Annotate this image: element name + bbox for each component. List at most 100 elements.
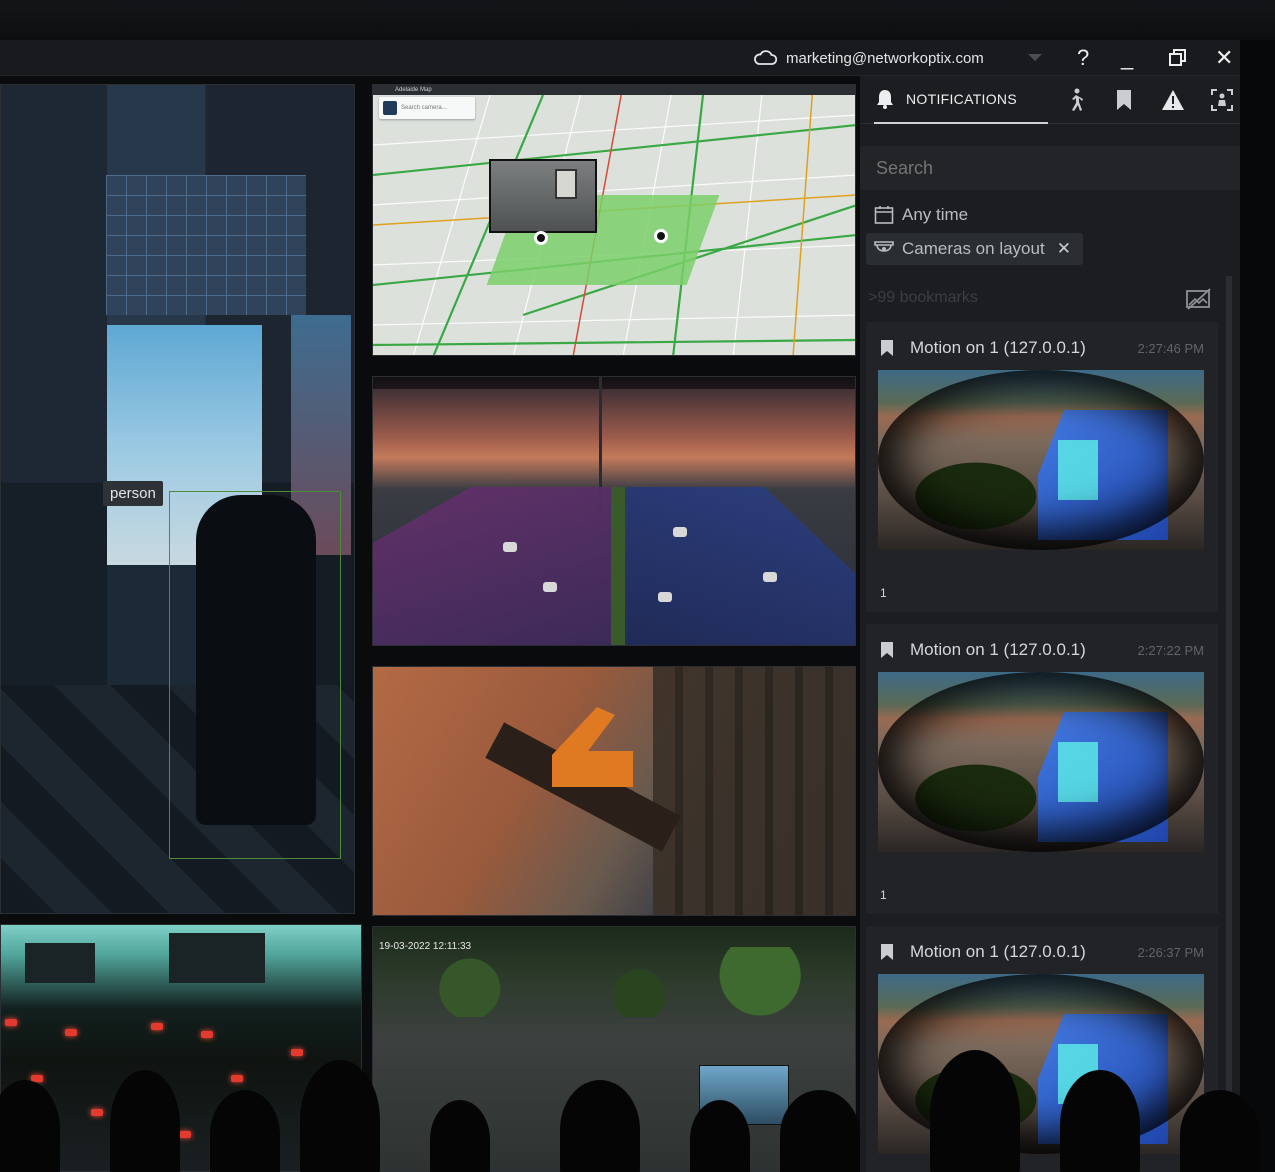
vehicle-marker (5, 1019, 17, 1026)
camera-tile-road-dusk[interactable] (372, 376, 856, 646)
building (25, 943, 95, 983)
map-camera-preview[interactable] (489, 159, 597, 233)
event-time: 2:27:22 PM (1137, 642, 1205, 658)
picture-in-picture-preview[interactable] (699, 1065, 789, 1125)
camera-tile-parking-lot[interactable]: 19-03-2022 12:11:33 (372, 926, 856, 1172)
event-card[interactable]: Motion on 1 (127.0.0.1) 2:27:46 PM 1 (866, 322, 1218, 612)
warning-icon (1162, 90, 1184, 110)
cloud-icon (754, 50, 778, 65)
account-email: marketing@networkoptix.com (786, 49, 984, 67)
person-frame-icon (1211, 89, 1233, 111)
object-detection-box[interactable] (169, 491, 341, 859)
chevron-down-icon (1028, 54, 1042, 61)
event-card-header: Motion on 1 (127.0.0.1) 2:27:22 PM (880, 638, 1204, 662)
map-search-placeholder: Search camera... (401, 105, 447, 111)
object-label: person (103, 481, 163, 506)
vehicle (673, 527, 687, 537)
event-time: 2:26:37 PM (1137, 944, 1205, 960)
building-facade (653, 667, 855, 915)
tab-notifications[interactable]: NOTIFICATIONS (874, 76, 1048, 124)
time-filter-label: Any time (902, 205, 969, 224)
event-title: Motion on 1 (127.0.0.1) (910, 338, 1086, 357)
road-median (611, 487, 627, 645)
help-button[interactable]: ? (1077, 40, 1089, 76)
time-filter[interactable]: Any time (874, 203, 968, 227)
camera-pin-icon[interactable] (654, 229, 668, 243)
close-button[interactable]: ✕ (1215, 40, 1233, 76)
vehicle (503, 542, 517, 552)
vehicle-marker (91, 1109, 103, 1116)
bell-icon (877, 90, 893, 109)
camera-icon (874, 241, 894, 252)
vehicle (543, 582, 557, 592)
map-search-input[interactable]: Search camera... (379, 97, 475, 119)
restore-icon (1169, 49, 1186, 66)
camera-tile-airport[interactable]: person (0, 84, 355, 914)
calendar-icon (874, 206, 894, 224)
search-field[interactable] (860, 146, 1240, 190)
search-input[interactable] (876, 156, 1216, 180)
preview-window (555, 169, 577, 199)
tab-events[interactable] (1161, 88, 1185, 112)
panel-scrollbar[interactable] (1226, 276, 1232, 1172)
event-thumbnail[interactable] (878, 672, 1204, 852)
vehicle-marker (31, 1075, 43, 1082)
bookmark-icon (881, 642, 893, 658)
event-thumbnail[interactable] (878, 370, 1204, 550)
camera-pin-icon[interactable] (534, 231, 548, 245)
vehicle (763, 572, 777, 582)
vehicle-marker (201, 1031, 213, 1038)
bookmark-icon (881, 340, 893, 356)
cameras-filter[interactable]: Cameras on layout ✕ (866, 233, 1083, 265)
event-card-header: Motion on 1 (127.0.0.1) 2:26:37 PM (880, 940, 1204, 964)
vehicle-marker (231, 1075, 243, 1082)
vehicle-marker (179, 1131, 191, 1138)
vehicle-marker (291, 1049, 303, 1056)
airport-window-grid (106, 175, 306, 315)
tab-bookmarks[interactable] (1112, 88, 1136, 112)
image-hidden-icon[interactable] (1185, 288, 1213, 310)
account-dropdown-button[interactable] (1027, 40, 1043, 76)
tab-motion[interactable] (1064, 88, 1088, 112)
camera-timestamp: 19-03-2022 12:11:33 (379, 941, 472, 952)
monitor-right-bezel (1240, 40, 1275, 1172)
bookmark-icon (1117, 90, 1131, 110)
zone-overlay-purple (373, 487, 618, 645)
event-card-header: Motion on 1 (127.0.0.1) 2:27:46 PM (880, 336, 1204, 360)
event-title: Motion on 1 (127.0.0.1) (910, 640, 1086, 659)
event-time: 2:27:46 PM (1137, 340, 1205, 356)
vehicle (658, 592, 672, 602)
event-title: Motion on 1 (127.0.0.1) (910, 942, 1086, 961)
camera-tile-map[interactable]: Adelaide Map Search camera... (372, 84, 856, 356)
account-menu[interactable]: marketing@networkoptix.com (752, 40, 984, 76)
camera-tile-construction[interactable] (372, 666, 856, 916)
camera-search-icon (383, 101, 397, 115)
walking-person-icon (1072, 88, 1083, 111)
title-bar: marketing@networkoptix.com ? _ ✕ (0, 40, 1240, 76)
tile-header-bar (373, 377, 855, 389)
event-card[interactable]: Motion on 1 (127.0.0.1) 2:27:22 PM 1 (866, 624, 1218, 914)
bookmarks-count: >99 bookmarks (868, 289, 978, 306)
camera-tile-highway-night[interactable] (0, 924, 362, 1172)
vehicle-marker (151, 1023, 163, 1030)
cameras-filter-label: Cameras on layout (902, 239, 1045, 258)
minimize-button[interactable]: _ (1121, 40, 1133, 76)
tab-notifications-label: NOTIFICATIONS (906, 91, 1017, 107)
event-thumbnail[interactable] (878, 974, 1204, 1154)
event-count: 1 (880, 888, 887, 902)
event-card[interactable]: Motion on 1 (127.0.0.1) 2:26:37 PM (866, 926, 1218, 1172)
panel-tabs: NOTIFICATIONS (860, 76, 1240, 124)
excavator (552, 707, 633, 787)
clear-filter-button[interactable]: ✕ (1057, 239, 1071, 259)
map-title: Adelaide Map (395, 87, 432, 93)
building (169, 933, 265, 983)
notifications-panel: NOTIFICATIONS Search Any time Cameras on… (860, 76, 1240, 1172)
restore-button[interactable] (1168, 40, 1188, 76)
monitor-top-bezel (0, 0, 1275, 40)
tab-objects[interactable] (1210, 88, 1234, 112)
zone-overlay-blue (625, 487, 855, 645)
tree-line (373, 947, 855, 1017)
bookmark-icon (881, 944, 893, 960)
tile-header-bar: Adelaide Map (373, 85, 855, 95)
event-count: 1 (880, 586, 887, 600)
